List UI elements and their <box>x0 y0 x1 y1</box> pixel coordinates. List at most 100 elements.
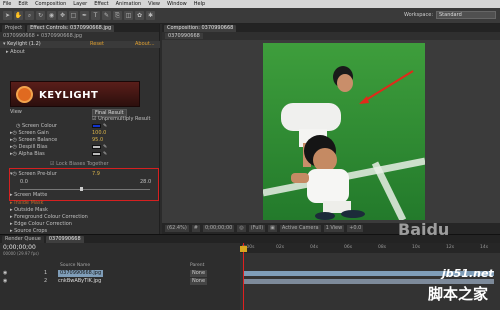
outside-mask-row[interactable]: ▸ Outside Mask <box>0 207 160 214</box>
keylight-logo-text: KEYLIGHT <box>39 90 99 101</box>
ruler-tick: 02s <box>276 245 285 250</box>
despill-bias-label: Despill Bias <box>18 144 48 150</box>
screen-gain-value[interactable]: 100.0 <box>92 130 106 137</box>
table-row[interactable]: ◉ 1 0370990668.jpg None <box>0 270 240 277</box>
shape-tool-icon[interactable]: □ <box>69 11 78 20</box>
timeline-current-time[interactable]: 0;00;00;00 <box>3 244 36 251</box>
screen-balance-value[interactable]: 95.0 <box>92 137 103 144</box>
playhead[interactable] <box>243 243 244 310</box>
selection-tool-icon[interactable]: ➤ <box>3 11 12 20</box>
tab-render-queue[interactable]: Render Queue <box>2 235 44 243</box>
time-ruler[interactable]: 0:00s 02s 04s 06s 08s 10s 12s 14s <box>240 243 500 253</box>
menu-layer[interactable]: Layer <box>73 1 87 7</box>
screen-preblur-value[interactable]: 7.9 <box>92 171 100 178</box>
alpha-bias-swatch[interactable] <box>92 151 101 156</box>
puppet-tool-icon[interactable]: ✱ <box>146 11 155 20</box>
screen-gain-row: ▸◷ Screen Gain 100.0 <box>0 130 160 137</box>
edge-colour-label: Edge Colour Correction <box>14 221 72 227</box>
col-parent: Parent <box>190 263 205 268</box>
menu-file[interactable]: File <box>3 1 11 7</box>
tab-timeline-comp[interactable]: 0370990668 <box>45 235 84 243</box>
current-time[interactable]: 0;00;00;00 <box>203 225 235 232</box>
exposure-value[interactable]: +0.0 <box>347 225 364 232</box>
menu-view[interactable]: View <box>148 1 160 7</box>
reset-link[interactable]: Reset <box>90 41 104 48</box>
baidu-watermark: Baidu <box>398 220 450 239</box>
pan-tool-icon[interactable]: ✥ <box>58 11 67 20</box>
inside-mask-row[interactable]: ▸ Inside Mask <box>0 200 160 207</box>
zoom-tool-icon[interactable]: ⌕ <box>25 11 34 20</box>
roto-tool-icon[interactable]: ✿ <box>135 11 144 20</box>
fg-colour-row[interactable]: ▸ Foreground Colour Correction <box>0 214 160 221</box>
menu-window[interactable]: Window <box>167 1 187 7</box>
region-icon[interactable]: ▣ <box>268 225 277 232</box>
range-max-label: 28.0 <box>140 179 152 185</box>
brush-tool-icon[interactable]: ✎ <box>102 11 111 20</box>
tab-effect-controls[interactable]: Effect Controls: 0370990668.jpg <box>27 24 115 32</box>
hand-tool-icon[interactable]: ✋ <box>14 11 23 20</box>
edge-colour-row[interactable]: ▸ Edge Colour Correction <box>0 221 160 228</box>
layer-number: 2 <box>44 278 48 284</box>
comp-viewer[interactable] <box>162 40 500 223</box>
grid-icon[interactable]: # <box>191 225 200 232</box>
timeline-panel: Render Queue 0370990668 0;00;00;00 00000… <box>0 234 500 310</box>
lock-biases-label: Lock Biases Together <box>56 161 109 167</box>
effect-header-row[interactable]: ▾ Keylight (1.2) Reset About... <box>0 41 160 48</box>
camera-dropdown[interactable]: Active Camera <box>279 225 321 232</box>
screen-matte-row[interactable]: ▸ Screen Matte <box>0 192 160 199</box>
screen-matte-label: Screen Matte <box>14 192 48 198</box>
layer-number: 1 <box>44 270 48 276</box>
table-row[interactable]: ◉ 2 cnkBwAByTIK.jpg None <box>0 278 240 285</box>
about-link[interactable]: About... <box>135 41 155 48</box>
menu-effect[interactable]: Effect <box>94 1 108 7</box>
eye-icon[interactable]: ◉ <box>3 270 7 277</box>
left-tab-bar: Project Effect Controls: 0370990668.jpg <box>0 24 159 32</box>
eyedropper-icon[interactable]: ✎ <box>103 151 107 157</box>
preblur-range-row: 0.0 28.0 <box>0 179 160 186</box>
alpha-bias-row: ▸◷ Alpha Bias ✎ <box>0 151 160 158</box>
workspace-selector: Workspace: Standard <box>404 11 496 19</box>
tab-composition[interactable]: Composition: 0370990668 <box>164 24 237 32</box>
effect-name: Keylight (1.2) <box>7 41 41 47</box>
menu-help[interactable]: Help <box>194 1 205 7</box>
eraser-tool-icon[interactable]: ◫ <box>124 11 133 20</box>
screen-colour-swatch[interactable] <box>92 123 101 128</box>
about-label: About <box>10 49 25 55</box>
menu-edit[interactable]: Edit <box>18 1 28 7</box>
despill-bias-swatch[interactable] <box>92 144 101 149</box>
preblur-slider[interactable] <box>20 187 150 191</box>
snapshot-icon[interactable]: ◎ <box>237 225 246 232</box>
screen-colour-label: Screen Colour <box>21 123 57 129</box>
layer-name[interactable]: cnkBwAByTIK.jpg <box>58 278 101 285</box>
eyedropper-icon[interactable]: ✎ <box>103 123 107 129</box>
tab-project[interactable]: Project <box>2 24 26 32</box>
effect-layer-path: 0370990668 • 0370990668.jpg <box>3 33 83 39</box>
menu-animation[interactable]: Animation <box>116 1 142 7</box>
screen-preblur-label: Screen Pre-blur <box>18 171 57 177</box>
about-row[interactable]: ▸ About <box>0 49 160 56</box>
playhead-handle[interactable] <box>240 246 247 252</box>
eye-icon[interactable]: ◉ <box>3 278 7 285</box>
resolution-dropdown[interactable]: (Full) <box>248 225 266 232</box>
pen-tool-icon[interactable]: ✒ <box>80 11 89 20</box>
slider-knob[interactable] <box>79 187 83 191</box>
comp-image <box>263 43 425 220</box>
layer-name[interactable]: 0370990668.jpg <box>58 270 104 277</box>
outside-mask-label: Outside Mask <box>14 207 48 213</box>
comp-tab-bar: Composition: 0370990668 <box>162 24 500 32</box>
zoom-dropdown[interactable]: (62.4%) <box>165 225 189 232</box>
comp-subtab[interactable]: 0370990668 <box>165 33 203 39</box>
lock-biases-row: ☑ Lock Biases Together <box>0 161 160 168</box>
parent-dropdown[interactable]: None <box>190 278 208 285</box>
workspace-dropdown[interactable]: Standard <box>436 11 496 19</box>
menu-composition[interactable]: Composition <box>35 1 66 7</box>
view-layout-dropdown[interactable]: 1 View <box>323 225 345 232</box>
text-tool-icon[interactable]: T <box>91 11 100 20</box>
screen-balance-row: ▸◷ Screen Balance 95.0 <box>0 137 160 144</box>
camera-tool-icon[interactable]: ◉ <box>47 11 56 20</box>
menu-bar: File Edit Composition Layer Effect Anima… <box>0 0 500 8</box>
clone-tool-icon[interactable]: ⎘ <box>113 11 122 20</box>
eyedropper-icon[interactable]: ✎ <box>103 144 107 150</box>
rotate-tool-icon[interactable]: ↻ <box>36 11 45 20</box>
parent-dropdown[interactable]: None <box>190 270 208 277</box>
